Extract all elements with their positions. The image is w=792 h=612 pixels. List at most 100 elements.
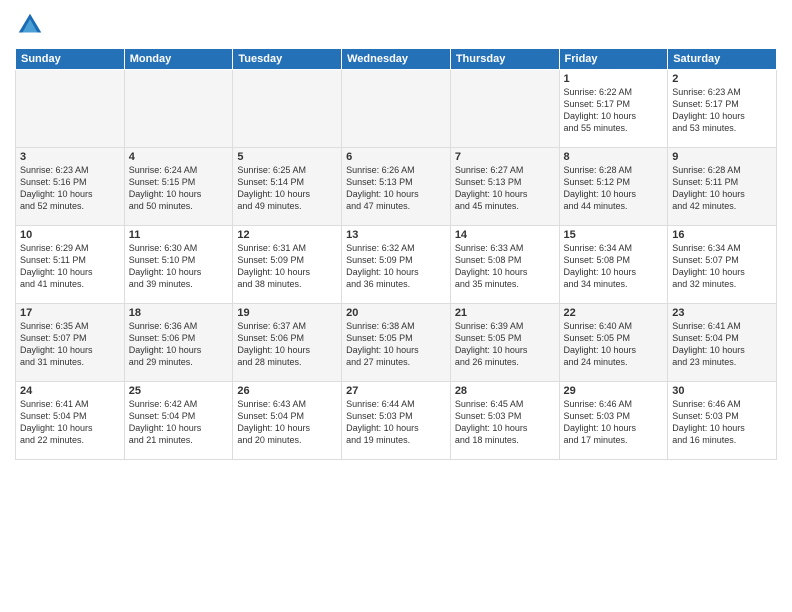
week-row-5: 24Sunrise: 6:41 AM Sunset: 5:04 PM Dayli… — [16, 382, 777, 460]
header — [15, 10, 777, 40]
day-number: 22 — [564, 307, 664, 319]
calendar-cell: 1Sunrise: 6:22 AM Sunset: 5:17 PM Daylig… — [559, 70, 668, 148]
day-info: Sunrise: 6:30 AM Sunset: 5:10 PM Dayligh… — [129, 242, 229, 291]
week-row-1: 1Sunrise: 6:22 AM Sunset: 5:17 PM Daylig… — [16, 70, 777, 148]
calendar-cell: 28Sunrise: 6:45 AM Sunset: 5:03 PM Dayli… — [450, 382, 559, 460]
day-number: 26 — [237, 385, 337, 397]
day-number: 16 — [672, 229, 772, 241]
day-info: Sunrise: 6:34 AM Sunset: 5:08 PM Dayligh… — [564, 242, 664, 291]
day-info: Sunrise: 6:46 AM Sunset: 5:03 PM Dayligh… — [672, 398, 772, 447]
day-number: 17 — [20, 307, 120, 319]
calendar-cell: 7Sunrise: 6:27 AM Sunset: 5:13 PM Daylig… — [450, 148, 559, 226]
day-info: Sunrise: 6:39 AM Sunset: 5:05 PM Dayligh… — [455, 320, 555, 369]
day-info: Sunrise: 6:46 AM Sunset: 5:03 PM Dayligh… — [564, 398, 664, 447]
day-info: Sunrise: 6:27 AM Sunset: 5:13 PM Dayligh… — [455, 164, 555, 213]
day-info: Sunrise: 6:37 AM Sunset: 5:06 PM Dayligh… — [237, 320, 337, 369]
calendar-cell — [342, 70, 451, 148]
day-info: Sunrise: 6:34 AM Sunset: 5:07 PM Dayligh… — [672, 242, 772, 291]
day-info: Sunrise: 6:26 AM Sunset: 5:13 PM Dayligh… — [346, 164, 446, 213]
calendar-cell: 10Sunrise: 6:29 AM Sunset: 5:11 PM Dayli… — [16, 226, 125, 304]
day-info: Sunrise: 6:25 AM Sunset: 5:14 PM Dayligh… — [237, 164, 337, 213]
day-info: Sunrise: 6:35 AM Sunset: 5:07 PM Dayligh… — [20, 320, 120, 369]
day-number: 3 — [20, 151, 120, 163]
calendar-cell: 19Sunrise: 6:37 AM Sunset: 5:06 PM Dayli… — [233, 304, 342, 382]
day-info: Sunrise: 6:23 AM Sunset: 5:16 PM Dayligh… — [20, 164, 120, 213]
day-number: 19 — [237, 307, 337, 319]
day-info: Sunrise: 6:40 AM Sunset: 5:05 PM Dayligh… — [564, 320, 664, 369]
calendar-cell: 9Sunrise: 6:28 AM Sunset: 5:11 PM Daylig… — [668, 148, 777, 226]
day-number: 20 — [346, 307, 446, 319]
day-info: Sunrise: 6:44 AM Sunset: 5:03 PM Dayligh… — [346, 398, 446, 447]
calendar-cell: 25Sunrise: 6:42 AM Sunset: 5:04 PM Dayli… — [124, 382, 233, 460]
calendar-cell: 16Sunrise: 6:34 AM Sunset: 5:07 PM Dayli… — [668, 226, 777, 304]
day-number: 30 — [672, 385, 772, 397]
weekday-header-thursday: Thursday — [450, 49, 559, 70]
calendar-cell: 26Sunrise: 6:43 AM Sunset: 5:04 PM Dayli… — [233, 382, 342, 460]
day-info: Sunrise: 6:31 AM Sunset: 5:09 PM Dayligh… — [237, 242, 337, 291]
day-number: 13 — [346, 229, 446, 241]
day-number: 25 — [129, 385, 229, 397]
calendar-cell — [16, 70, 125, 148]
day-number: 29 — [564, 385, 664, 397]
day-number: 2 — [672, 73, 772, 85]
day-info: Sunrise: 6:28 AM Sunset: 5:11 PM Dayligh… — [672, 164, 772, 213]
day-info: Sunrise: 6:45 AM Sunset: 5:03 PM Dayligh… — [455, 398, 555, 447]
calendar-cell: 27Sunrise: 6:44 AM Sunset: 5:03 PM Dayli… — [342, 382, 451, 460]
day-number: 27 — [346, 385, 446, 397]
day-number: 28 — [455, 385, 555, 397]
weekday-header-friday: Friday — [559, 49, 668, 70]
calendar-cell — [124, 70, 233, 148]
day-number: 12 — [237, 229, 337, 241]
calendar-cell: 29Sunrise: 6:46 AM Sunset: 5:03 PM Dayli… — [559, 382, 668, 460]
calendar-cell: 21Sunrise: 6:39 AM Sunset: 5:05 PM Dayli… — [450, 304, 559, 382]
calendar-cell: 17Sunrise: 6:35 AM Sunset: 5:07 PM Dayli… — [16, 304, 125, 382]
day-info: Sunrise: 6:42 AM Sunset: 5:04 PM Dayligh… — [129, 398, 229, 447]
day-number: 11 — [129, 229, 229, 241]
calendar-cell: 6Sunrise: 6:26 AM Sunset: 5:13 PM Daylig… — [342, 148, 451, 226]
weekday-header-row: SundayMondayTuesdayWednesdayThursdayFrid… — [16, 49, 777, 70]
day-info: Sunrise: 6:41 AM Sunset: 5:04 PM Dayligh… — [20, 398, 120, 447]
page: SundayMondayTuesdayWednesdayThursdayFrid… — [0, 0, 792, 612]
calendar-cell: 20Sunrise: 6:38 AM Sunset: 5:05 PM Dayli… — [342, 304, 451, 382]
calendar-cell: 5Sunrise: 6:25 AM Sunset: 5:14 PM Daylig… — [233, 148, 342, 226]
day-info: Sunrise: 6:29 AM Sunset: 5:11 PM Dayligh… — [20, 242, 120, 291]
calendar-cell: 3Sunrise: 6:23 AM Sunset: 5:16 PM Daylig… — [16, 148, 125, 226]
day-number: 23 — [672, 307, 772, 319]
weekday-header-monday: Monday — [124, 49, 233, 70]
day-number: 18 — [129, 307, 229, 319]
weekday-header-wednesday: Wednesday — [342, 49, 451, 70]
calendar-cell: 23Sunrise: 6:41 AM Sunset: 5:04 PM Dayli… — [668, 304, 777, 382]
calendar-cell: 13Sunrise: 6:32 AM Sunset: 5:09 PM Dayli… — [342, 226, 451, 304]
day-number: 7 — [455, 151, 555, 163]
calendar-cell: 11Sunrise: 6:30 AM Sunset: 5:10 PM Dayli… — [124, 226, 233, 304]
logo — [15, 10, 49, 40]
day-info: Sunrise: 6:32 AM Sunset: 5:09 PM Dayligh… — [346, 242, 446, 291]
weekday-header-saturday: Saturday — [668, 49, 777, 70]
day-info: Sunrise: 6:24 AM Sunset: 5:15 PM Dayligh… — [129, 164, 229, 213]
day-info: Sunrise: 6:28 AM Sunset: 5:12 PM Dayligh… — [564, 164, 664, 213]
day-number: 10 — [20, 229, 120, 241]
calendar-cell — [450, 70, 559, 148]
day-number: 9 — [672, 151, 772, 163]
calendar-cell: 18Sunrise: 6:36 AM Sunset: 5:06 PM Dayli… — [124, 304, 233, 382]
day-number: 15 — [564, 229, 664, 241]
day-info: Sunrise: 6:23 AM Sunset: 5:17 PM Dayligh… — [672, 86, 772, 135]
week-row-3: 10Sunrise: 6:29 AM Sunset: 5:11 PM Dayli… — [16, 226, 777, 304]
day-number: 4 — [129, 151, 229, 163]
calendar-cell: 30Sunrise: 6:46 AM Sunset: 5:03 PM Dayli… — [668, 382, 777, 460]
day-info: Sunrise: 6:33 AM Sunset: 5:08 PM Dayligh… — [455, 242, 555, 291]
day-number: 14 — [455, 229, 555, 241]
day-number: 1 — [564, 73, 664, 85]
day-number: 21 — [455, 307, 555, 319]
day-number: 5 — [237, 151, 337, 163]
day-info: Sunrise: 6:43 AM Sunset: 5:04 PM Dayligh… — [237, 398, 337, 447]
calendar-cell: 2Sunrise: 6:23 AM Sunset: 5:17 PM Daylig… — [668, 70, 777, 148]
calendar-cell: 22Sunrise: 6:40 AM Sunset: 5:05 PM Dayli… — [559, 304, 668, 382]
calendar: SundayMondayTuesdayWednesdayThursdayFrid… — [15, 48, 777, 460]
weekday-header-sunday: Sunday — [16, 49, 125, 70]
week-row-4: 17Sunrise: 6:35 AM Sunset: 5:07 PM Dayli… — [16, 304, 777, 382]
weekday-header-tuesday: Tuesday — [233, 49, 342, 70]
calendar-cell — [233, 70, 342, 148]
calendar-cell: 12Sunrise: 6:31 AM Sunset: 5:09 PM Dayli… — [233, 226, 342, 304]
day-number: 6 — [346, 151, 446, 163]
